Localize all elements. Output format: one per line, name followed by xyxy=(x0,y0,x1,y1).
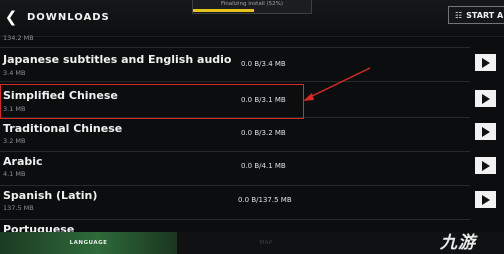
tab-language[interactable]: LANGUAGE xyxy=(0,232,177,254)
sliders-icon: ☷ xyxy=(455,10,463,20)
item-name: Spanish (Latin) xyxy=(3,189,98,202)
list-item[interactable]: Arabic 4.1 MB 0.0 B/4.1 MB xyxy=(0,151,470,186)
list-item[interactable]: Portuguese xyxy=(0,219,470,236)
start-button[interactable]: ☷ START A xyxy=(448,6,504,24)
item-size: 134.2 MB xyxy=(3,34,34,42)
install-status-text: Finalizing install (52%) xyxy=(220,1,284,7)
item-name: Arabic xyxy=(3,155,43,168)
item-name: Traditional Chinese xyxy=(3,122,123,135)
install-progress-bar: Finalizing install (52%) xyxy=(192,0,312,14)
annotation-arrow xyxy=(303,67,371,101)
play-icon xyxy=(482,126,490,137)
play-icon xyxy=(482,57,490,68)
start-button-label: START A xyxy=(466,10,504,20)
watermark-logo: 九游 xyxy=(440,228,504,254)
item-progress: 0.0 B/3.4 MB xyxy=(241,60,286,68)
list-item[interactable]: Traditional Chinese 3.2 MB 0.0 B/3.2 MB xyxy=(0,117,470,152)
list-item[interactable]: Spanish (Latin) 137.5 MB 0.0 B/137.5 MB xyxy=(0,185,470,220)
item-name: Japanese subtitles and English audio xyxy=(3,53,232,66)
bottom-tab-bar: LANGUAGE MAP xyxy=(0,232,504,254)
item-size: 137.5 MB xyxy=(3,204,34,212)
item-progress: 0.0 B/4.1 MB xyxy=(241,162,286,170)
play-icon xyxy=(482,194,490,205)
play-button[interactable] xyxy=(475,157,496,174)
install-progress-fill xyxy=(193,9,255,12)
play-button[interactable] xyxy=(475,90,496,107)
item-progress: 0.0 B/3.2 MB xyxy=(241,129,286,137)
list-item: 134.2 MB xyxy=(0,31,470,48)
item-size: 4.1 MB xyxy=(3,170,26,178)
play-icon xyxy=(482,93,490,104)
list-item[interactable]: Japanese subtitles and English audio 3.4… xyxy=(0,47,470,82)
tab-map[interactable]: MAP xyxy=(180,232,352,254)
highlight-box xyxy=(0,84,304,119)
play-icon xyxy=(482,160,490,171)
back-icon[interactable]: ❮ xyxy=(2,8,20,26)
play-button[interactable] xyxy=(475,54,496,71)
item-size: 3.4 MB xyxy=(3,69,26,77)
item-size: 3.2 MB xyxy=(3,137,26,145)
watermark-text: 九游 xyxy=(440,233,476,253)
page-title: DOWNLOADS xyxy=(27,12,110,23)
item-progress: 0.0 B/137.5 MB xyxy=(238,196,292,204)
play-button[interactable] xyxy=(475,191,496,208)
play-button[interactable] xyxy=(475,123,496,140)
